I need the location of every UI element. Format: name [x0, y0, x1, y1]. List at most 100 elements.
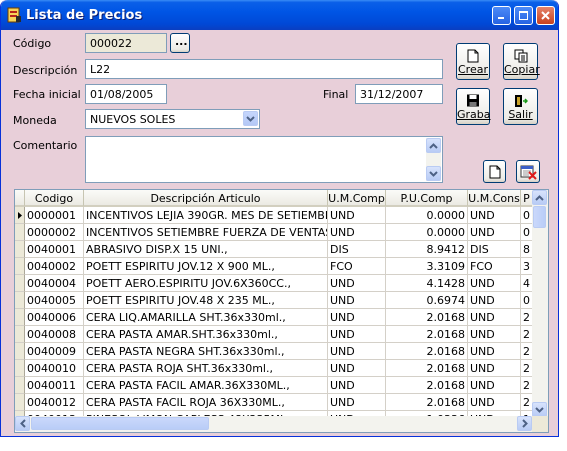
graba-button[interactable]: Graba — [456, 88, 491, 125]
table-row[interactable]: 0000001 INCENTIVOS LEJIA 390GR. MES DE SE… — [15, 207, 533, 224]
table-row[interactable]: 0040009 CERA PASTA NEGRA SHT.36x330ml., UN… — [15, 343, 533, 360]
row-indicator[interactable] — [15, 207, 25, 224]
cell-pu-comp[interactable]: 0.6974 — [386, 292, 468, 309]
cell-um-cons[interactable]: DIS — [468, 241, 521, 258]
codigo-field[interactable]: 000022 — [85, 33, 167, 53]
cell-um-comp[interactable]: UND — [328, 309, 386, 326]
cell-pu-comp[interactable]: 8.9412 — [386, 241, 468, 258]
cell-um-cons[interactable]: FCO — [468, 258, 521, 275]
cell-um-comp[interactable]: FCO — [328, 258, 386, 275]
salir-button[interactable]: Salir — [503, 88, 538, 125]
cell-descripcion[interactable]: CERA LIQ.AMARILLA SHT.36x330ml., — [84, 309, 328, 326]
price-grid[interactable]: Codigo Descripción Articulo U.M.Comp P.U… — [14, 189, 549, 433]
cell-descripcion[interactable]: ABRASIVO DISP.X 15 UNI., — [84, 241, 328, 258]
table-row[interactable]: 0040011 CERA PASTA FACIL AMAR.36X330ML., U… — [15, 377, 533, 394]
table-row[interactable]: 0040004 POETT AERO.ESPIRITU JOV.6X360CC.,… — [15, 275, 533, 292]
row-indicator[interactable] — [15, 360, 25, 377]
cell-pu-comp[interactable]: 2.0168 — [386, 326, 468, 343]
row-indicator[interactable] — [15, 258, 25, 275]
cell-codigo[interactable]: 0040010 — [25, 360, 84, 377]
new-row-button[interactable] — [483, 160, 506, 183]
crear-button[interactable]: Crear — [456, 43, 490, 80]
grid-scroll-left-button[interactable] — [15, 416, 30, 431]
cell-descripcion[interactable]: CERA PASTA AMAR.SHT.36x330ml., — [84, 326, 328, 343]
cell-codigo[interactable]: 0040011 — [25, 377, 84, 394]
cell-codigo[interactable]: 0040008 — [25, 326, 84, 343]
table-row[interactable]: 0040001 ABRASIVO DISP.X 15 UNI., DIS 8.9412… — [15, 241, 533, 258]
cell-um-comp[interactable]: UND — [328, 377, 386, 394]
cell-um-comp[interactable]: UND — [328, 292, 386, 309]
delete-row-button[interactable] — [516, 160, 540, 183]
cell-codigo[interactable]: 0040001 — [25, 241, 84, 258]
grid-scroll-up-button[interactable] — [532, 190, 547, 205]
cell-um-cons[interactable]: UND — [468, 377, 521, 394]
cell-codigo[interactable]: 0040004 — [25, 275, 84, 292]
row-indicator[interactable] — [15, 224, 25, 241]
table-row[interactable]: 0040010 CERA PASTA ROJA SHT.36x330ml., UND… — [15, 360, 533, 377]
cell-codigo[interactable]: 0040009 — [25, 343, 84, 360]
cell-pu-comp[interactable]: 4.1428 — [386, 275, 468, 292]
table-row[interactable]: 0040008 CERA PASTA AMAR.SHT.36x330ml., UND… — [15, 326, 533, 343]
table-row[interactable]: 0040002 POETT ESPIRITU JOV.12 X 900 ML., F… — [15, 258, 533, 275]
cell-codigo[interactable]: 0040006 — [25, 309, 84, 326]
cell-um-comp[interactable]: UND — [328, 326, 386, 343]
cell-um-cons[interactable]: UND — [468, 292, 521, 309]
cell-um-comp[interactable]: UND — [328, 224, 386, 241]
cell-descripcion[interactable]: POETT AERO.ESPIRITU JOV.6X360CC., — [84, 275, 328, 292]
cell-descripcion[interactable]: CERA PASTA FACIL AMAR.36X330ML., — [84, 377, 328, 394]
comentario-field[interactable] — [85, 136, 443, 183]
cell-descripcion[interactable]: POETT ESPIRITU JOV.48 X 235 ML., — [84, 292, 328, 309]
cell-descripcion[interactable]: CERA PASTA ROJA SHT.36x330ml., — [84, 360, 328, 377]
table-row[interactable]: 0040006 CERA LIQ.AMARILLA SHT.36x330ml., U… — [15, 309, 533, 326]
moneda-select[interactable]: NUEVOS SOLES — [85, 109, 260, 129]
cell-um-cons[interactable]: UND — [468, 275, 521, 292]
cell-descripcion[interactable]: INCENTIVOS LEJIA 390GR. MES DE SETIEMBRE… — [84, 207, 328, 224]
column-header-um-comp[interactable]: U.M.Comp — [328, 190, 386, 207]
cell-pu-comp[interactable]: 3.3109 — [386, 258, 468, 275]
cell-codigo[interactable]: 0040005 — [25, 292, 84, 309]
cell-um-comp[interactable]: DIS — [328, 241, 386, 258]
maximize-button[interactable] — [514, 6, 533, 25]
cell-um-comp[interactable]: UND — [328, 360, 386, 377]
cell-um-cons[interactable]: UND — [468, 394, 521, 411]
row-indicator[interactable] — [15, 394, 25, 411]
cell-pu-comp[interactable]: 2.0168 — [386, 360, 468, 377]
fecha-inicial-field[interactable]: 01/08/2005 — [85, 84, 167, 104]
cell-codigo[interactable]: 0000002 — [25, 224, 84, 241]
cell-um-comp[interactable]: UND — [328, 207, 386, 224]
cell-descripcion[interactable]: INCENTIVOS SETIEMBRE FUERZA DE VENTAS, — [84, 224, 328, 241]
cell-pu-comp[interactable]: 0.0000 — [386, 224, 468, 241]
cell-pu-comp[interactable]: 2.0168 — [386, 343, 468, 360]
column-header-descripcion[interactable]: Descripción Articulo — [84, 190, 328, 207]
row-indicator[interactable] — [15, 292, 25, 309]
cell-um-cons[interactable]: UND — [468, 360, 521, 377]
row-indicator[interactable] — [15, 377, 25, 394]
codigo-lookup-button[interactable]: ... — [170, 33, 190, 53]
title-bar[interactable]: Lista de Precios — [1, 0, 558, 30]
column-header-um-cons[interactable]: U.M.Cons — [468, 190, 521, 207]
cell-pu-comp[interactable]: 0.0000 — [386, 207, 468, 224]
cell-um-cons[interactable]: UND — [468, 224, 521, 241]
cell-pu-comp[interactable]: 2.0168 — [386, 309, 468, 326]
scroll-up-button[interactable] — [426, 138, 441, 153]
cell-pu-comp[interactable]: 2.0168 — [386, 377, 468, 394]
cell-um-cons[interactable]: UND — [468, 326, 521, 343]
cell-um-cons[interactable]: UND — [468, 309, 521, 326]
scroll-down-button[interactable] — [426, 166, 441, 181]
cell-um-comp[interactable]: UND — [328, 275, 386, 292]
cell-codigo[interactable]: 0040012 — [25, 394, 84, 411]
table-row[interactable]: 0040012 CERA PASTA FACIL ROJA 36X330ML., U… — [15, 394, 533, 411]
grid-horizontal-thumb[interactable] — [31, 417, 209, 430]
close-button[interactable] — [536, 6, 555, 25]
moneda-dropdown-button[interactable] — [243, 111, 258, 126]
column-header-pu-comp[interactable]: P.U.Comp — [386, 190, 468, 207]
grid-vertical-scrollbar[interactable] — [532, 190, 548, 417]
row-indicator[interactable] — [15, 326, 25, 343]
final-date-field[interactable]: 31/12/2007 — [355, 84, 443, 104]
row-indicator[interactable] — [15, 309, 25, 326]
grid-scroll-down-button[interactable] — [532, 402, 547, 417]
minimize-button[interactable] — [492, 6, 511, 25]
cell-descripcion[interactable]: CERA PASTA FACIL ROJA 36X330ML., — [84, 394, 328, 411]
cell-um-comp[interactable]: UND — [328, 394, 386, 411]
cell-codigo[interactable]: 0000001 — [25, 207, 84, 224]
